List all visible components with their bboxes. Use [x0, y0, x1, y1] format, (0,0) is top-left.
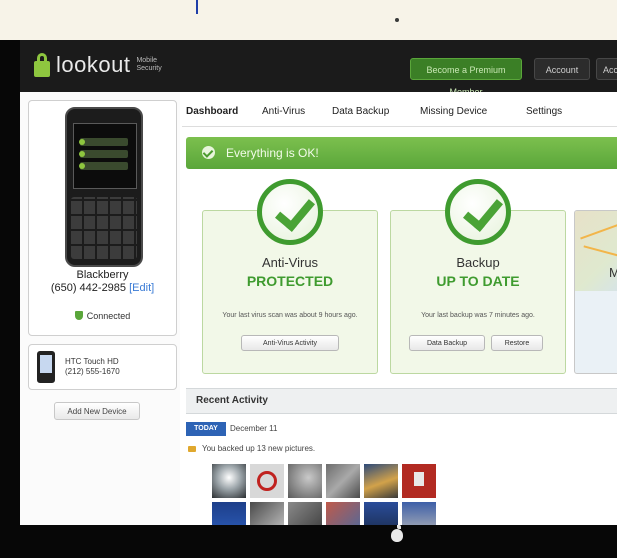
shield-icon [74, 311, 83, 320]
account-button-partial[interactable]: Acc [596, 58, 617, 80]
phone-menu-row [79, 138, 128, 146]
map-card-title: M [609, 265, 617, 280]
sidebar: Blackberry (650) 442-2985 [Edit] Connect… [20, 92, 180, 525]
htc-phone-icon [37, 351, 55, 383]
photo-thumbnail[interactable] [212, 502, 246, 525]
device-phone: (650) 442-2985 [Edit] [29, 282, 176, 294]
top-bar: lookout Mobile Security Become a Premium… [20, 40, 617, 97]
device2-number: (212) 555-1670 [65, 367, 120, 376]
tab-settings[interactable]: Settings [526, 106, 562, 117]
check-circle-icon [202, 146, 215, 159]
device-phone-number: (650) 442-2985 [50, 282, 127, 294]
activity-entry: You backed up 13 new pictures. [202, 444, 316, 453]
restore-button[interactable]: Restore [491, 335, 543, 351]
antivirus-state: PROTECTED [246, 273, 334, 289]
tab-data-backup[interactable]: Data Backup [332, 106, 389, 117]
device2-name: HTC Touch HD [65, 357, 119, 366]
tab-missing-device[interactable]: Missing Device [420, 106, 487, 117]
main-panel: Dashboard Anti-Virus Data Backup Missing… [182, 92, 617, 525]
tab-dashboard[interactable]: Dashboard [186, 106, 238, 117]
phone-screen [73, 123, 137, 189]
backup-card: Backup UP TO DATE Your last backup was 7… [390, 179, 566, 374]
photo-thumbnail[interactable] [364, 464, 398, 498]
backup-note: Your last backup was 7 minutes ago. [421, 312, 535, 319]
checkmark-icon [445, 179, 511, 245]
status-bar: Everything is OK! [186, 137, 617, 169]
date-badge: TODAY [186, 422, 226, 436]
edit-device-link[interactable]: [Edit] [129, 282, 154, 294]
photo-thumbnail[interactable] [402, 502, 436, 525]
photo-thumbnail[interactable] [326, 464, 360, 498]
add-device-button[interactable]: Add New Device [54, 402, 140, 420]
backup-state: UP TO DATE [436, 273, 520, 289]
tab-anti-virus[interactable]: Anti-Virus [262, 106, 305, 117]
antivirus-card: Anti-Virus PROTECTED Your last virus sca… [202, 179, 378, 374]
date-text: December 11 [230, 424, 278, 433]
device-status: Connected [29, 311, 176, 321]
device-name: Blackberry [76, 269, 129, 281]
logo-sub2: Security [136, 65, 162, 72]
device-status-label: Connected [86, 311, 131, 321]
recent-activity-title: Recent Activity [196, 395, 268, 406]
photo-thumbnail[interactable] [212, 464, 246, 498]
photo-thumbnail[interactable] [250, 464, 284, 498]
logo-text: lookout [56, 52, 131, 77]
phone-menu-row [79, 162, 128, 170]
photo-thumbnail[interactable] [326, 502, 360, 525]
logo-sub1: Mobile [136, 57, 158, 64]
apple-logo-icon [391, 525, 403, 542]
antivirus-note: Your last virus scan was about 9 hours a… [222, 312, 358, 319]
recent-activity-header: Recent Activity [186, 388, 617, 414]
logo-tagline: Mobile Security [136, 57, 161, 73]
screen-glare [0, 0, 617, 40]
glare-line [196, 0, 198, 14]
account-button[interactable]: Account [534, 58, 590, 80]
tab-bar: Dashboard Anti-Virus Data Backup Missing… [182, 102, 617, 127]
photo-thumbnail[interactable] [364, 502, 398, 525]
browser-screen: lookout Mobile Security Become a Premium… [20, 40, 617, 525]
antivirus-activity-button[interactable]: Anti-Virus Activity [241, 335, 339, 351]
map-card[interactable]: M [574, 210, 617, 374]
photo-thumbnail[interactable] [288, 502, 322, 525]
lookout-logo[interactable]: lookout Mobile Security [34, 52, 162, 78]
data-backup-button[interactable]: Data Backup [409, 335, 485, 351]
status-text: Everything is OK! [226, 146, 319, 160]
device-card-blackberry[interactable]: Blackberry (650) 442-2985 [Edit] Connect… [28, 100, 177, 336]
camera-icon [188, 446, 196, 452]
phone-menu-row [79, 150, 128, 158]
device-card-htc[interactable]: HTC Touch HD (212) 555-1670 [28, 344, 177, 390]
antivirus-title: Anti-Virus [261, 255, 319, 270]
backup-title: Backup [456, 255, 500, 270]
lock-icon [34, 53, 50, 77]
checkmark-icon [257, 179, 323, 245]
photo-thumbnail[interactable] [250, 502, 284, 525]
premium-button[interactable]: Become a Premium Member [410, 58, 522, 97]
phone-keyboard [71, 197, 137, 259]
photo-thumbnail[interactable] [288, 464, 322, 498]
photo-thumbnail[interactable] [402, 464, 436, 498]
camera-icon-front [395, 18, 399, 22]
phone-image [65, 107, 143, 267]
